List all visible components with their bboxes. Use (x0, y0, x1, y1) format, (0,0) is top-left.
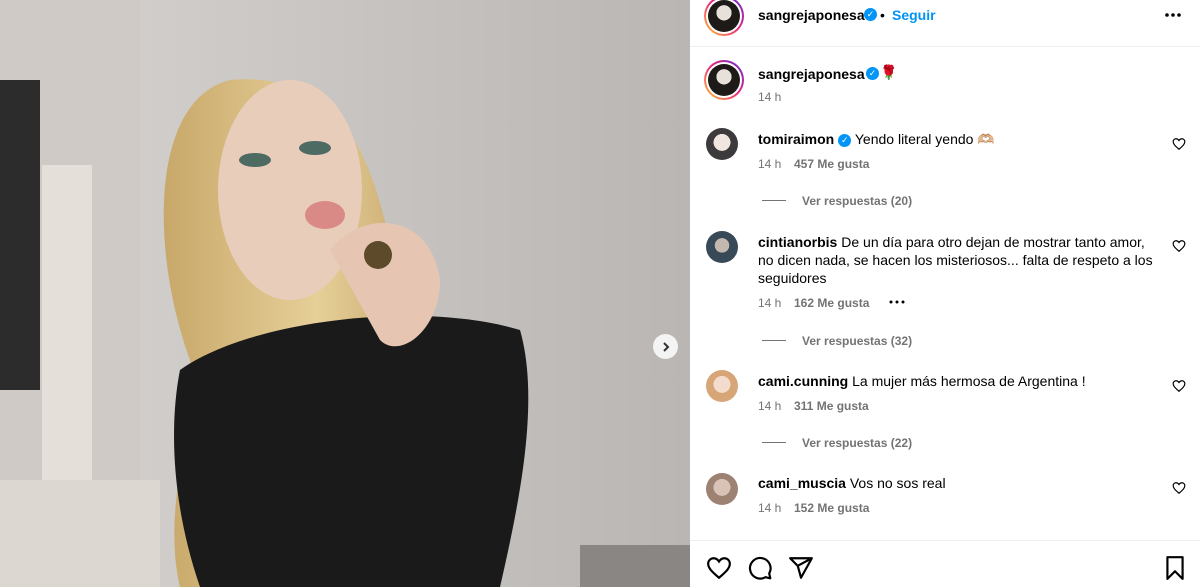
comment-text: Vos no sos real (849, 475, 946, 491)
more-options-icon[interactable] (888, 296, 906, 308)
comment-text: Yendo literal yendo 🫶🏼 (854, 131, 995, 147)
comment-body: cami_muscia Vos no sos real (758, 474, 1158, 492)
heart-icon[interactable] (1172, 379, 1186, 393)
comment-time[interactable]: 14 h (758, 399, 781, 413)
bookmark-icon[interactable] (1162, 555, 1188, 581)
comment-icon[interactable] (747, 555, 773, 581)
comment-avatar[interactable] (706, 370, 738, 402)
comment-avatar[interactable] (706, 231, 738, 263)
avatar[interactable] (704, 0, 744, 36)
verified-icon: ✓ (866, 67, 879, 80)
view-replies[interactable]: Ver respuestas (20) (762, 192, 912, 210)
verified-icon: ✓ (864, 8, 877, 21)
comment-likes[interactable]: 457 Me gusta (794, 157, 869, 171)
photo-illustration (0, 0, 690, 587)
view-replies-label[interactable]: Ver respuestas (22) (802, 436, 912, 450)
comment-likes[interactable]: 152 Me gusta (794, 501, 869, 515)
view-replies-label[interactable]: Ver respuestas (20) (802, 194, 912, 208)
replies-line (762, 340, 786, 342)
comment-username[interactable]: tomiraimon (758, 131, 834, 147)
view-replies-label[interactable]: Ver respuestas (32) (802, 334, 912, 348)
heart-icon[interactable] (1172, 239, 1186, 253)
comment-avatar[interactable] (706, 473, 738, 505)
caption-username[interactable]: sangrejaponesa (758, 66, 865, 82)
rose-emoji: 🌹 (880, 64, 898, 80)
like-icon[interactable] (706, 555, 732, 581)
post-side-panel: sangrejaponesa ✓ • Seguir sangrejaponesa… (690, 0, 1200, 587)
heart-icon[interactable] (1172, 137, 1186, 151)
follow-button[interactable]: Seguir (892, 7, 936, 23)
comment-avatar[interactable] (706, 128, 738, 160)
comment-time[interactable]: 14 h (758, 296, 781, 310)
chevron-right-icon (662, 341, 669, 352)
post-photo (0, 0, 690, 587)
comment-username[interactable]: cami_muscia (758, 475, 846, 491)
comment-body: cami.cunning La mujer más hermosa de Arg… (758, 372, 1158, 390)
post-header: sangrejaponesa ✓ • Seguir (690, 0, 1200, 47)
comment-username[interactable]: cami.cunning (758, 373, 848, 389)
comment-time[interactable]: 14 h (758, 157, 781, 171)
header-separator: • (880, 7, 885, 23)
replies-line (762, 200, 786, 202)
caption-time[interactable]: 14 h (758, 90, 781, 104)
replies-line (762, 442, 786, 444)
view-replies[interactable]: Ver respuestas (22) (762, 434, 912, 452)
share-icon[interactable] (788, 555, 814, 581)
comment-text: La mujer más hermosa de Argentina ! (852, 373, 1086, 389)
view-replies[interactable]: Ver respuestas (32) (762, 332, 912, 350)
comment-time[interactable]: 14 h (758, 501, 781, 515)
verified-icon: ✓ (838, 133, 852, 147)
heart-icon[interactable] (1172, 481, 1186, 495)
comment-body: cintianorbis De un día para otro dejan d… (758, 233, 1158, 287)
more-options-icon[interactable] (1164, 8, 1182, 22)
comment-username[interactable]: cintianorbis (758, 234, 837, 250)
action-bar (690, 540, 1200, 588)
header-username[interactable]: sangrejaponesa (758, 7, 865, 23)
comment-likes[interactable]: 162 Me gusta (794, 296, 869, 310)
comment-likes[interactable]: 311 Me gusta (794, 399, 869, 413)
next-photo-button[interactable] (653, 334, 678, 359)
caption-avatar[interactable] (704, 60, 744, 100)
comment-body: tomiraimon ✓ Yendo literal yendo 🫶🏼 (758, 130, 1158, 148)
